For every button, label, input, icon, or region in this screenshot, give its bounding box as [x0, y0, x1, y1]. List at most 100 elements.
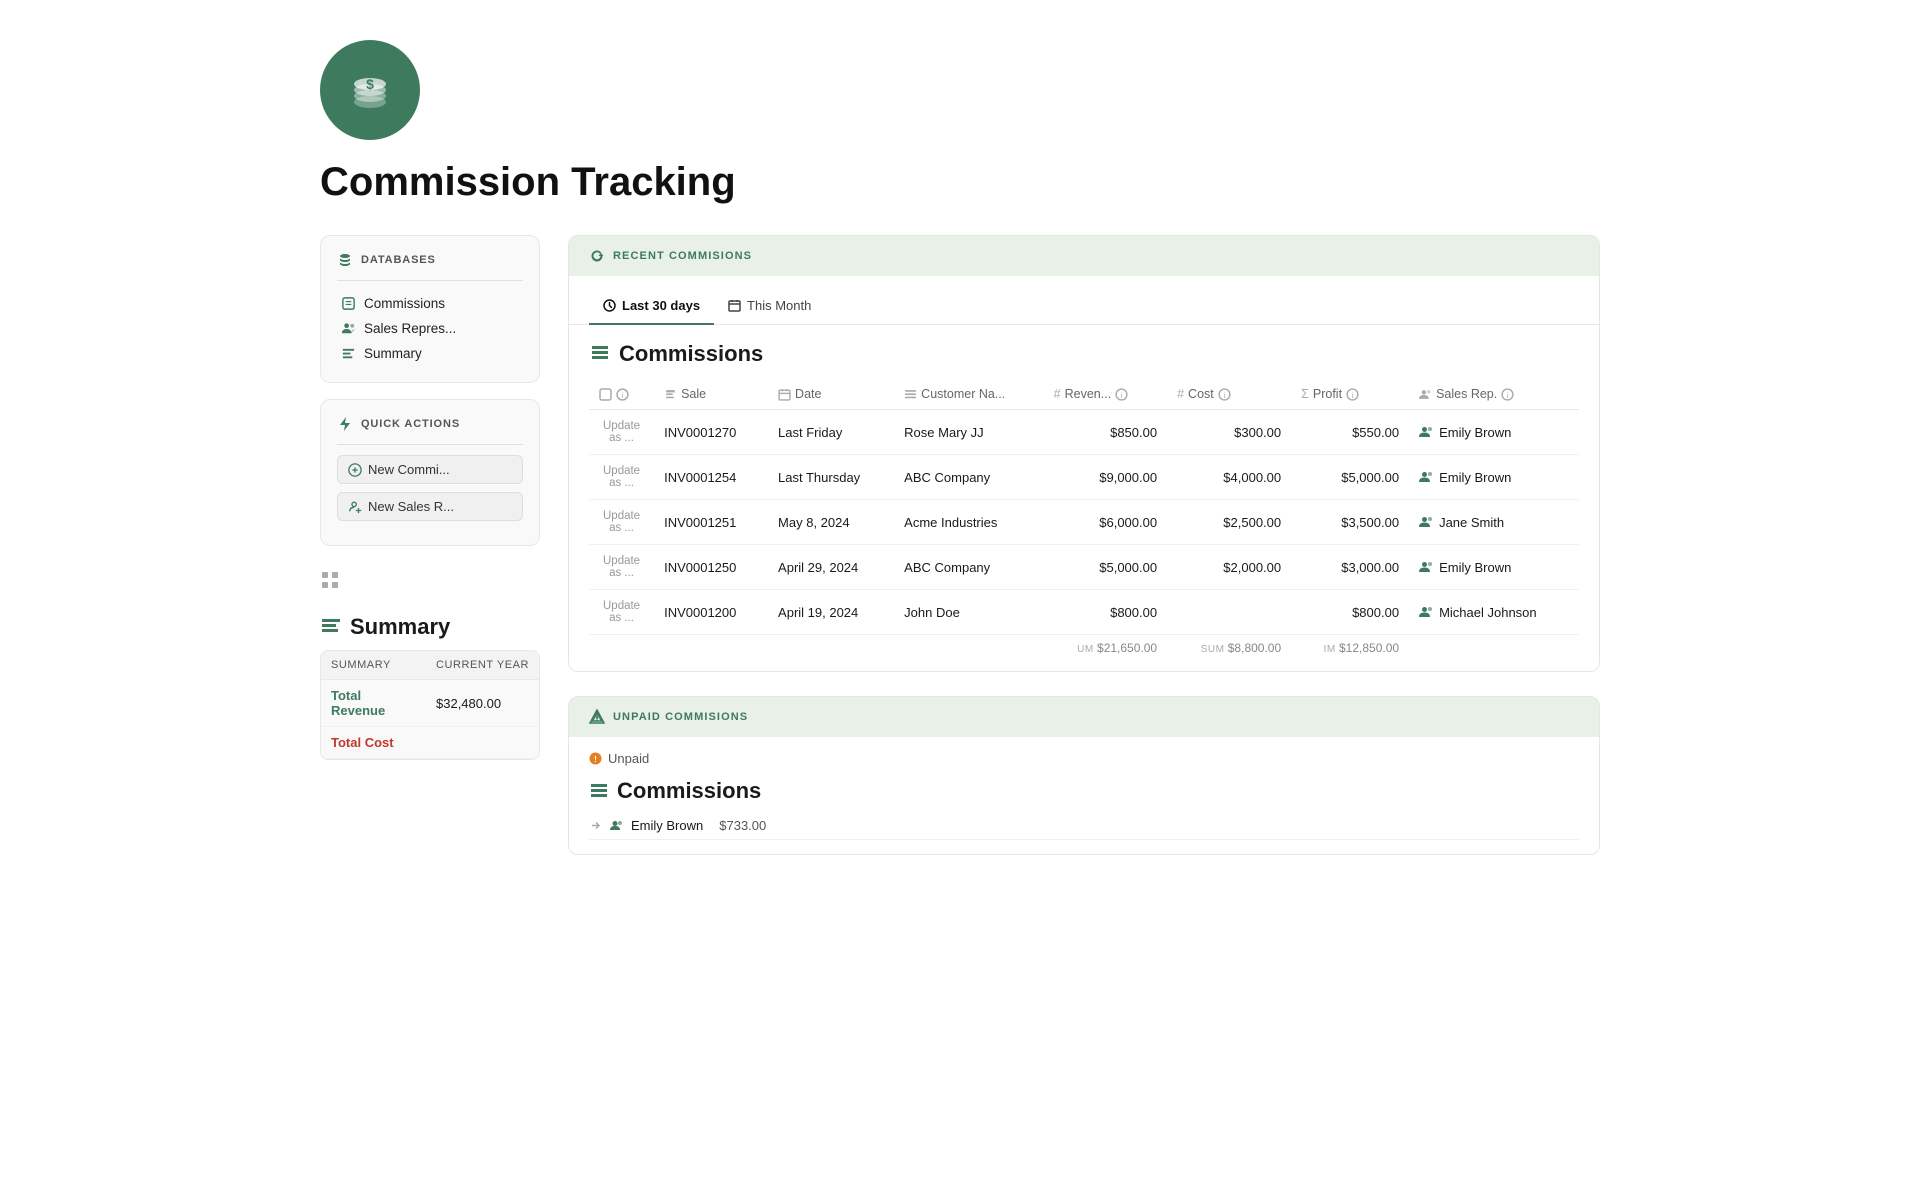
sale-cell: INV0001254: [654, 455, 768, 500]
page-title: Commission Tracking: [320, 160, 1600, 205]
th-cal-icon: [778, 388, 791, 401]
th-info4-icon: i: [1346, 388, 1359, 401]
person-icon: [1419, 425, 1433, 439]
commissions-table-section: Commissions i Sale Date Customer Na... #…: [569, 325, 1599, 671]
sales-rep-cell: Emily Brown: [1409, 455, 1579, 500]
customer-cell: John Doe: [894, 590, 1043, 635]
update-button[interactable]: Update as ...: [599, 463, 644, 491]
commissions-sub-icon: [589, 781, 609, 801]
clock-icon: [603, 299, 616, 312]
person-icon: [1419, 560, 1433, 574]
date-cell: May 8, 2024: [768, 500, 894, 545]
quick-actions-section-title: QUICK ACTIONS: [337, 416, 523, 432]
update-button[interactable]: Update as ...: [599, 598, 644, 626]
profit-cell: $5,000.00: [1291, 455, 1409, 500]
table-row: Update as ... INV0001270 Last Friday Ros…: [589, 410, 1579, 455]
th-people-icon: [1419, 388, 1432, 401]
profit-cell: $800.00: [1291, 590, 1409, 635]
lightning-icon: [337, 416, 353, 432]
th-info5-icon: i: [1501, 388, 1514, 401]
update-button[interactable]: Update as ...: [599, 553, 644, 581]
unpaid-commissions-table-title: Commissions: [589, 778, 1579, 804]
unpaid-commissions-header: UNPAID COMMISIONS: [569, 697, 1599, 737]
sale-cell: INV0001250: [654, 545, 768, 590]
revenue-cell: $6,000.00: [1044, 500, 1167, 545]
cost-cell: $2,000.00: [1167, 545, 1291, 590]
unpaid-row: Emily Brown $733.00: [589, 812, 1579, 840]
tab-last-30-days[interactable]: Last 30 days: [589, 290, 714, 325]
customer-cell: ABC Company: [894, 455, 1043, 500]
new-sales-rep-button[interactable]: New Sales R...: [337, 492, 523, 521]
person-icon: [1419, 605, 1433, 619]
summary-widget: Summary Summary CURRENT YEAR Total Reve: [320, 614, 540, 776]
sidebar-item-commissions[interactable]: Commissions: [337, 291, 523, 316]
sub-row-arrow-icon: [589, 819, 602, 832]
commissions-table-title: Commissions: [589, 341, 1579, 367]
svg-text:!: !: [594, 755, 597, 764]
sidebar: DATABASES Commissions Sales Repres... Su…: [320, 235, 540, 776]
th-info-icon: i: [616, 388, 629, 401]
person-icon: [1419, 470, 1433, 484]
sales-rep-cell: Emily Brown: [1409, 545, 1579, 590]
sales-rep-cell: Jane Smith: [1409, 500, 1579, 545]
table-row: Update as ... INV0001251 May 8, 2024 Acm…: [589, 500, 1579, 545]
svg-text:$: $: [366, 76, 374, 92]
databases-section-title: DATABASES: [337, 252, 523, 268]
revenue-cell: $9,000.00: [1044, 455, 1167, 500]
customer-cell: Rose Mary JJ: [894, 410, 1043, 455]
svg-text:i: i: [1223, 390, 1225, 399]
sum-row: UM $21,650.00 SUM $8,800.00 IM $12,850.0…: [589, 635, 1579, 662]
unpaid-commissions-content: ! Unpaid Commissions Emily Brown $733.00: [569, 737, 1599, 854]
th-info2-icon: i: [1115, 388, 1128, 401]
svg-text:i: i: [1352, 390, 1354, 399]
quick-actions-card: QUICK ACTIONS New Commi... New Sales R..…: [320, 399, 540, 546]
th-list-icon: [904, 388, 917, 401]
app-logo: $: [320, 40, 420, 140]
summary-cost-row: Total Cost: [321, 727, 539, 759]
plus-circle-icon: [348, 463, 362, 477]
sale-cell: INV0001200: [654, 590, 768, 635]
date-cell: April 19, 2024: [768, 590, 894, 635]
th-info3-icon: i: [1218, 388, 1231, 401]
warning-icon: [589, 709, 605, 725]
svg-text:i: i: [1507, 390, 1509, 399]
update-button[interactable]: Update as ...: [599, 508, 644, 536]
svg-text:i: i: [622, 390, 624, 399]
date-cell: Last Friday: [768, 410, 894, 455]
plus-person-icon: [348, 500, 362, 514]
new-commission-button[interactable]: New Commi...: [337, 455, 523, 484]
summary-widget-icon: [320, 616, 342, 638]
databases-card: DATABASES Commissions Sales Repres... Su…: [320, 235, 540, 383]
profit-cell: $3,500.00: [1291, 500, 1409, 545]
sub-row-people-icon: [610, 819, 623, 832]
profit-cell: $550.00: [1291, 410, 1409, 455]
date-cell: April 29, 2024: [768, 545, 894, 590]
customer-cell: Acme Industries: [894, 500, 1043, 545]
table-icon: [589, 343, 611, 365]
grid-view-icon[interactable]: [320, 570, 540, 590]
cost-cell: $4,000.00: [1167, 455, 1291, 500]
tab-this-month[interactable]: This Month: [714, 290, 825, 325]
revenue-cell: $850.00: [1044, 410, 1167, 455]
database-icon: [337, 252, 353, 268]
sidebar-item-summary[interactable]: Summary: [337, 341, 523, 366]
customer-cell: ABC Company: [894, 545, 1043, 590]
refresh-icon: [589, 248, 605, 264]
unpaid-commissions-card: UNPAID COMMISIONS ! Unpaid Commissions: [568, 696, 1600, 855]
update-button[interactable]: Update as ...: [599, 418, 644, 446]
recent-commissions-card: RECENT COMMISIONS Last 30 days This Mont…: [568, 235, 1600, 672]
calendar-icon: [728, 299, 741, 312]
revenue-cell: $5,000.00: [1044, 545, 1167, 590]
sale-cell: INV0001270: [654, 410, 768, 455]
person-icon: [1419, 515, 1433, 529]
svg-text:i: i: [1121, 390, 1123, 399]
unpaid-filter[interactable]: ! Unpaid: [589, 751, 1579, 778]
exclamation-icon: !: [589, 752, 602, 765]
th-icon: [599, 388, 612, 401]
table-row: Update as ... INV0001250 April 29, 2024 …: [589, 545, 1579, 590]
table-row: Update as ... INV0001200 April 19, 2024 …: [589, 590, 1579, 635]
revenue-cell: $800.00: [1044, 590, 1167, 635]
sales-rep-cell: Michael Johnson: [1409, 590, 1579, 635]
summary-icon: [341, 346, 356, 361]
sidebar-item-sales-reps[interactable]: Sales Repres...: [337, 316, 523, 341]
